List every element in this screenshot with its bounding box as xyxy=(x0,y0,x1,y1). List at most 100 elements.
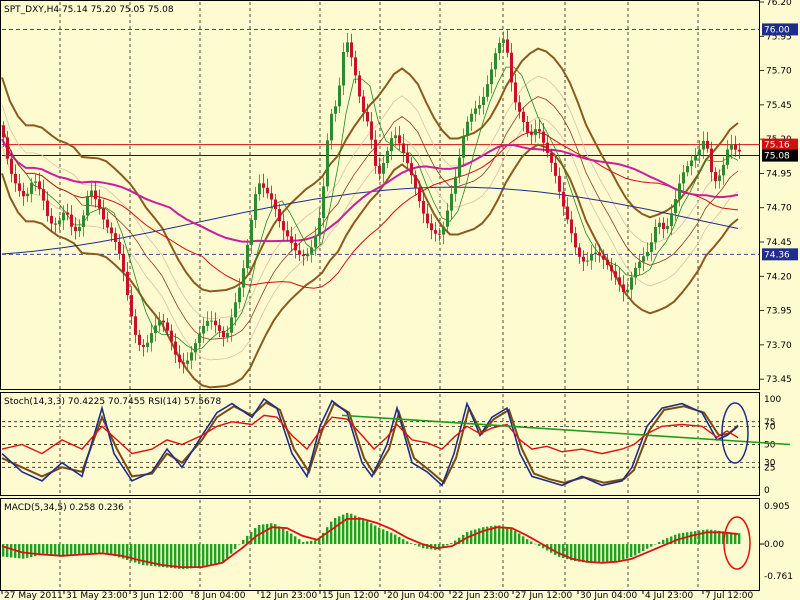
candle-body xyxy=(698,149,701,156)
macd-bar xyxy=(622,544,625,560)
candle-body xyxy=(174,341,177,355)
macd-bar xyxy=(630,544,633,558)
candle-body xyxy=(558,175,561,192)
candle-body xyxy=(718,175,721,182)
macd-bar xyxy=(698,530,701,545)
macd-bar xyxy=(182,544,185,570)
x-tick-label: 30 Jun 04:00 xyxy=(580,591,637,600)
macd-bar xyxy=(606,544,609,563)
candle-body xyxy=(286,230,289,237)
candle-body xyxy=(126,271,129,296)
osc-tick-label: 50 xyxy=(764,441,776,451)
candle-body xyxy=(678,183,681,199)
macd-bar xyxy=(618,544,621,561)
candle-body xyxy=(618,277,621,285)
candle-body xyxy=(226,332,229,338)
macd-bar xyxy=(598,544,601,563)
macd-bar xyxy=(106,544,109,554)
candle-body xyxy=(410,163,413,176)
macd-bar xyxy=(650,544,653,547)
candle-body xyxy=(658,222,661,227)
macd-bar xyxy=(410,543,413,545)
candle-body xyxy=(102,208,105,220)
candle-body xyxy=(682,172,685,184)
macd-bar xyxy=(178,544,181,569)
candle-body xyxy=(702,140,705,150)
candle-body xyxy=(714,171,717,182)
macd-bar xyxy=(602,544,605,563)
macd-bar xyxy=(386,531,389,545)
macd-bar xyxy=(198,544,201,568)
macd-bar xyxy=(638,544,641,554)
candle-body xyxy=(506,39,509,53)
candle-body xyxy=(58,220,61,225)
macd-bar xyxy=(654,544,657,545)
macd-bar xyxy=(30,544,33,558)
candle-body xyxy=(438,233,441,235)
candle-body xyxy=(334,106,337,114)
candle-body xyxy=(302,254,305,257)
candle-body xyxy=(642,256,645,262)
candle-body xyxy=(402,143,405,153)
candle-body xyxy=(218,325,221,331)
candle-body xyxy=(294,242,297,251)
candle-body xyxy=(354,57,357,76)
candle-body xyxy=(182,362,185,364)
price-panel-title: SPT_DXY,H4 75.14 75.20 75.05 75.08 xyxy=(4,5,174,15)
macd-bar xyxy=(578,544,581,562)
candle-body xyxy=(22,190,25,197)
macd-bar xyxy=(366,521,369,545)
candle-body xyxy=(314,235,317,248)
macd-bar xyxy=(538,544,541,546)
candle-body xyxy=(574,233,577,248)
macd-bar xyxy=(262,524,265,545)
price-tag-label: 75.08 xyxy=(764,152,790,162)
macd-bar xyxy=(90,544,93,554)
candle-body xyxy=(130,295,133,317)
candle-body xyxy=(606,259,609,266)
macd-bar xyxy=(166,544,169,568)
macd-bar xyxy=(70,544,73,556)
candle-body xyxy=(6,137,9,159)
macd-bar xyxy=(94,544,97,554)
candle-body xyxy=(566,206,569,220)
candle-body xyxy=(518,102,521,112)
candle-body xyxy=(94,190,97,200)
candle-body xyxy=(514,82,517,103)
candle-body xyxy=(2,125,5,138)
candle-body xyxy=(578,247,581,257)
x-tick-label: 27 Jun 12:00 xyxy=(515,591,572,600)
candle-body xyxy=(378,165,381,174)
y-tick-label: 76.20 xyxy=(766,0,792,8)
macd-bar xyxy=(658,542,661,545)
x-tick-label: 31 May 23:00 xyxy=(66,591,128,600)
candle-body xyxy=(238,287,241,303)
x-tick-label: 7 Jul 12:00 xyxy=(705,591,754,600)
macd-bar xyxy=(66,544,69,557)
candle-body xyxy=(474,108,477,114)
candle-body xyxy=(270,193,273,200)
candle-body xyxy=(662,222,665,229)
candle-body xyxy=(298,250,301,255)
candle-body xyxy=(82,215,85,227)
candle-body xyxy=(470,113,473,122)
candle-body xyxy=(646,251,649,257)
candle-body xyxy=(306,253,309,257)
candle-body xyxy=(246,244,249,269)
candle-body xyxy=(262,183,265,188)
candle-body xyxy=(114,233,117,242)
candle-body xyxy=(366,111,369,122)
macd-bar xyxy=(238,544,241,545)
trading-chart: 76.2075.9575.7075.4575.2074.9574.7074.45… xyxy=(0,0,800,600)
candle-body xyxy=(446,210,449,227)
candle-body xyxy=(350,42,353,58)
macd-bar xyxy=(186,544,189,569)
macd-bar xyxy=(190,544,193,569)
macd-bar xyxy=(502,526,505,545)
macd-bar xyxy=(390,532,393,545)
candle-body xyxy=(98,199,101,209)
candle-body xyxy=(318,217,321,236)
y-tick-label: 74.20 xyxy=(766,272,792,282)
macd-bar xyxy=(514,530,517,545)
candle-body xyxy=(498,43,501,54)
